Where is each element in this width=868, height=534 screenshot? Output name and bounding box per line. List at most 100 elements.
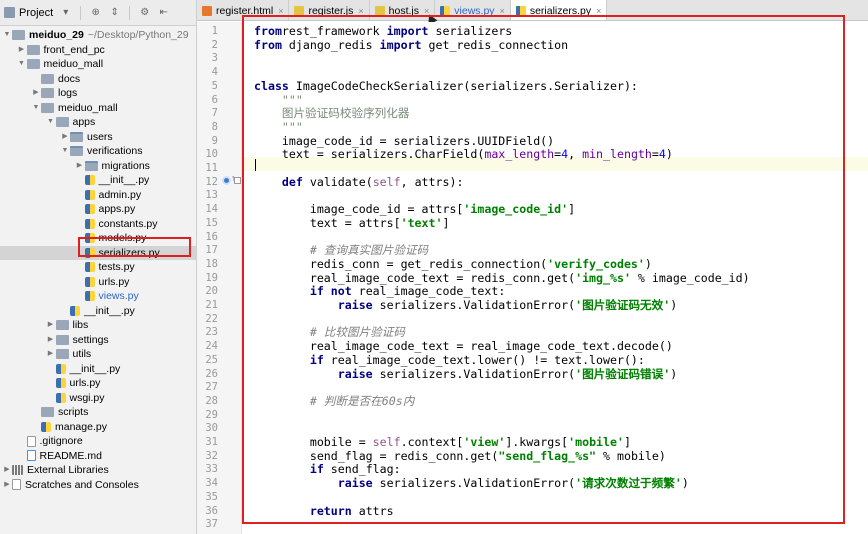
- project-view-selector[interactable]: Project: [19, 7, 53, 19]
- tree-item-label: __init__.py: [69, 362, 121, 375]
- tree-item[interactable]: ▶ logs: [0, 86, 196, 101]
- text-file-icon: [26, 435, 36, 447]
- tree-item[interactable]: constants.py: [0, 217, 196, 232]
- tree-item[interactable]: ▶ utils: [0, 347, 196, 362]
- tree-item[interactable]: ▶ External Libraries: [0, 463, 196, 478]
- tree-item[interactable]: docs: [0, 72, 196, 87]
- tree-item[interactable]: ▼ meiduo_mall: [0, 101, 196, 116]
- tree-item[interactable]: ▶ libs: [0, 318, 196, 333]
- gear-icon[interactable]: ⚙: [139, 7, 150, 18]
- chevron-down-icon[interactable]: ▼: [2, 28, 12, 42]
- line-number: 35: [205, 490, 218, 503]
- tree-item[interactable]: ▼ apps: [0, 115, 196, 130]
- chevron-right-icon[interactable]: ▶: [60, 130, 70, 144]
- line-number: 23: [205, 326, 218, 339]
- tree-item[interactable]: ▶ settings: [0, 333, 196, 348]
- chevron-down-icon[interactable]: ▼: [60, 144, 70, 158]
- fold-toggle-icon[interactable]: [234, 177, 241, 184]
- tree-item[interactable]: tests.py: [0, 260, 196, 275]
- tree-item[interactable]: README.md: [0, 449, 196, 464]
- tree-item-label: libs: [72, 319, 89, 332]
- tree-item-label: __init__.py: [98, 174, 150, 187]
- tree-item[interactable]: __init__.py: [0, 173, 196, 188]
- chevron-right-icon[interactable]: ▶: [31, 86, 41, 100]
- chevron-right-icon[interactable]: ▶: [75, 159, 85, 173]
- tree-item-label: migrations: [101, 159, 150, 172]
- chevron-down-icon[interactable]: ▼: [17, 57, 27, 71]
- chevron-down-icon[interactable]: ▼: [46, 115, 56, 129]
- tree-item[interactable]: wsgi.py: [0, 391, 196, 406]
- tree-item[interactable]: scripts: [0, 405, 196, 420]
- override-method-icon[interactable]: [222, 176, 231, 185]
- js-file-icon: [294, 5, 305, 16]
- tree-item-path: ~/Desktop/Python_29: [87, 29, 189, 42]
- chevron-right-icon[interactable]: ▶: [46, 318, 56, 332]
- chevron-right-icon[interactable]: ▶: [46, 333, 56, 347]
- project-tree: ▼ meiduo_29 ~/Desktop/Python_29 ▶ front_end_…: [0, 26, 196, 492]
- chevron-right-icon[interactable]: ▶: [2, 463, 12, 477]
- folder-icon: [55, 117, 69, 128]
- chevron-right-icon[interactable]: ▶: [2, 478, 12, 492]
- hide-icon[interactable]: ⇤: [158, 7, 169, 18]
- tree-item[interactable]: urls.py: [0, 275, 196, 290]
- tree-item-label: meiduo_mall: [58, 101, 118, 114]
- python-file-icon: [84, 262, 95, 273]
- toolbar-divider: [80, 5, 82, 20]
- close-icon[interactable]: ×: [596, 6, 601, 16]
- markdown-file-icon: [26, 450, 36, 462]
- close-icon[interactable]: ×: [358, 6, 363, 16]
- code-highlight-box: [242, 15, 845, 524]
- tree-item-label: apps.py: [98, 203, 136, 216]
- tree-item-label: __init__.py: [84, 304, 135, 317]
- tree-item[interactable]: ▼ meiduo_29 ~/Desktop/Python_29: [0, 28, 196, 43]
- tree-item-label: views.py: [98, 290, 139, 303]
- tree-item-label: logs: [58, 87, 78, 100]
- close-icon[interactable]: ×: [278, 6, 283, 16]
- line-number: 22: [205, 312, 218, 325]
- tree-item[interactable]: ▼ verifications: [0, 144, 196, 159]
- target-icon[interactable]: ⊕: [90, 7, 101, 18]
- line-number: 11: [205, 162, 218, 174]
- tree-item[interactable]: views.py: [0, 289, 196, 304]
- python-file-icon: [55, 392, 66, 403]
- collapse-icon[interactable]: ⇕: [109, 7, 120, 18]
- folder-icon: [41, 407, 54, 418]
- chevron-down-icon[interactable]: ▾: [60, 7, 71, 18]
- line-number: 36: [205, 504, 218, 517]
- chevron-down-icon[interactable]: ▼: [31, 101, 41, 115]
- tree-item[interactable]: apps.py: [0, 202, 196, 217]
- folder-icon: [55, 320, 69, 331]
- tree-item[interactable]: .gitignore: [0, 434, 196, 449]
- folder-icon: [41, 73, 54, 84]
- line-number: 26: [205, 367, 218, 380]
- tree-item-label: front_end_pc: [43, 43, 105, 56]
- line-number: 2: [211, 38, 218, 51]
- tree-item[interactable]: __init__.py: [0, 362, 196, 377]
- line-number: 32: [205, 449, 218, 462]
- chevron-right-icon[interactable]: ▶: [46, 347, 56, 361]
- python-file-icon: [84, 291, 95, 302]
- tree-item-label: users: [87, 130, 113, 143]
- tree-item-label: admin.py: [98, 188, 142, 201]
- python-file-icon: [84, 175, 95, 186]
- chevron-right-icon[interactable]: ▶: [17, 43, 27, 57]
- tree-item[interactable]: admin.py: [0, 188, 196, 203]
- tree-item[interactable]: ▶ Scratches and Consoles: [0, 478, 196, 493]
- code-editor[interactable]: 1 2 3 4 5 6 7 8 9 10 11 12 13 14 15 16 17 18 19 20 21 22 23 24 2…: [197, 15, 868, 534]
- line-number: 31: [205, 436, 218, 448]
- tree-item-label: meiduo_mall: [43, 58, 104, 71]
- folder-icon: [41, 88, 54, 99]
- tree-item[interactable]: ▶ migrations: [0, 159, 196, 174]
- tree-item[interactable]: manage.py: [0, 420, 196, 435]
- tree-item[interactable]: ▶ front_end_pc: [0, 43, 196, 58]
- close-icon[interactable]: ×: [500, 6, 505, 16]
- tree-item[interactable]: ▶ users: [0, 130, 196, 145]
- folder-icon: [26, 44, 40, 55]
- tree-item-label: meiduo_29: [29, 29, 84, 42]
- tree-item[interactable]: ▼ meiduo_mall: [0, 57, 196, 72]
- tree-item-label: manage.py: [55, 420, 107, 433]
- line-number: 9: [211, 134, 218, 147]
- tree-item[interactable]: urls.py: [0, 376, 196, 391]
- tree-item-label: README.md: [39, 449, 102, 462]
- tree-item[interactable]: __init__.py: [0, 304, 196, 319]
